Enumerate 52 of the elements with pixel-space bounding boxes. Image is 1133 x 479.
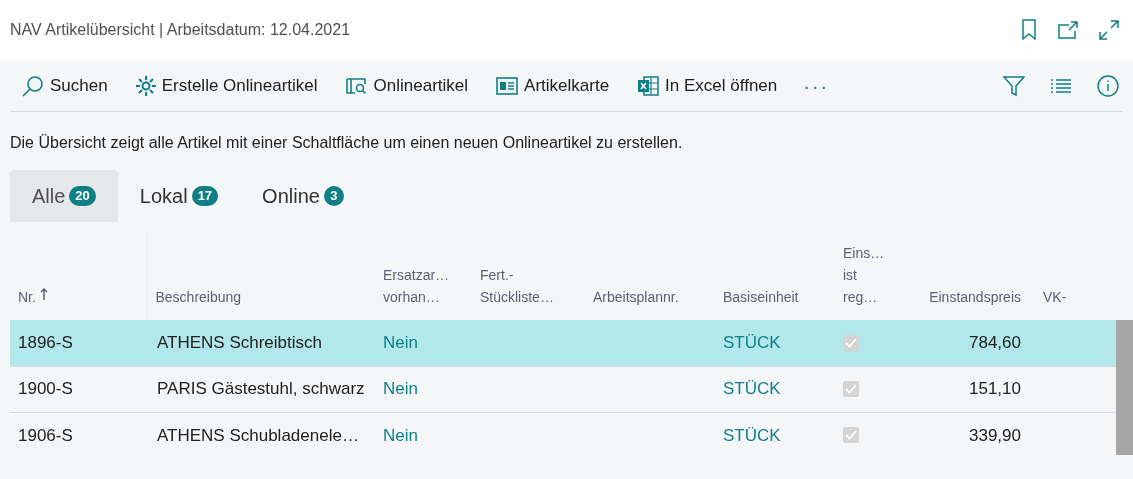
column-header[interactable]: Fert.- Stückliste… <box>480 264 577 308</box>
table-row[interactable]: 1900-S PARIS Gästestuhl, schwarz Nein STÜCK 151,10 <box>10 366 1116 412</box>
table-cell: PARIS Gästestuhl, schwarz <box>157 379 365 399</box>
table-cell: ATHENS Schreibtisch <box>157 333 322 352</box>
toolbar-button[interactable]: In Excel öffnen <box>625 65 794 106</box>
link-cell: STÜCK <box>723 379 781 399</box>
filter-tab[interactable]: Online 3 <box>240 170 366 222</box>
bookmark-icon[interactable] <box>1021 19 1037 41</box>
column-header[interactable]: Ersatzar… vorhan… <box>383 264 464 308</box>
scrollbar-thumb[interactable] <box>1116 320 1133 455</box>
description-text: Die Übersicht zeigt alle Artikel mit einer Schaltfläche um einen neuen Onlineartikel zu erstellen. <box>9 133 684 153</box>
column-header[interactable]: VK- <box>1043 289 1067 305</box>
link-cell: Nein <box>383 333 418 352</box>
filter-icon[interactable] <box>1003 74 1025 97</box>
more-button[interactable]: ··· <box>803 75 830 96</box>
count-badge: 3 <box>323 186 344 206</box>
toolbar-button[interactable]: Artikelkarte <box>484 65 626 106</box>
list-icon[interactable] <box>1051 77 1071 94</box>
table-cell: 1896-S <box>18 333 73 352</box>
toolbar-button[interactable]: Onlineartikel <box>333 65 485 106</box>
search-icon <box>22 74 44 97</box>
count-badge: 20 <box>69 186 96 206</box>
table-cell: 784,60 <box>969 333 1021 352</box>
column-header[interactable]: Eins… ist reg… <box>843 242 897 308</box>
table-row[interactable]: 1906-S ATHENS Schubladenele… Nein STÜCK 339,90 <box>10 412 1116 458</box>
link-cell: STÜCK <box>723 425 781 445</box>
column-header[interactable]: Basiseinheit <box>723 289 799 305</box>
toolbar-button[interactable]: Erstelle Onlineartikel <box>123 65 334 106</box>
info-icon[interactable] <box>1097 74 1119 97</box>
table-search-icon <box>345 76 368 95</box>
column-header[interactable]: Beschreibung <box>155 289 242 305</box>
window-title: NAV Artikelübersicht | Arbeitsdatum: 12.04.2021 <box>10 20 352 40</box>
excel-icon <box>637 75 660 96</box>
filter-tab[interactable]: Lokal 17 <box>117 170 241 222</box>
contact-card-icon <box>496 76 519 95</box>
sparkle-icon <box>135 75 156 96</box>
expand-icon[interactable] <box>1099 20 1119 40</box>
link-cell: STÜCK <box>723 333 781 352</box>
filter-tab[interactable]: Alle 20 <box>10 170 118 222</box>
table-cell: 151,10 <box>969 379 1021 399</box>
table-cell: 1906-S <box>18 425 73 445</box>
link-cell: Nein <box>383 379 418 399</box>
table-cell: ATHENS Schubladenele… <box>157 425 359 445</box>
column-header[interactable]: Nr. <box>18 289 36 305</box>
pop-out-icon[interactable] <box>1057 20 1079 40</box>
toolbar-button[interactable]: Suchen <box>10 65 124 106</box>
column-header[interactable]: Arbeitsplannr. <box>593 289 679 305</box>
table-cell: 1900-S <box>18 379 73 399</box>
column-header[interactable]: Einstandspreis <box>929 289 1021 305</box>
link-cell: Nein <box>383 425 418 445</box>
count-badge: 17 <box>191 186 219 206</box>
table-cell: 339,90 <box>969 425 1021 445</box>
